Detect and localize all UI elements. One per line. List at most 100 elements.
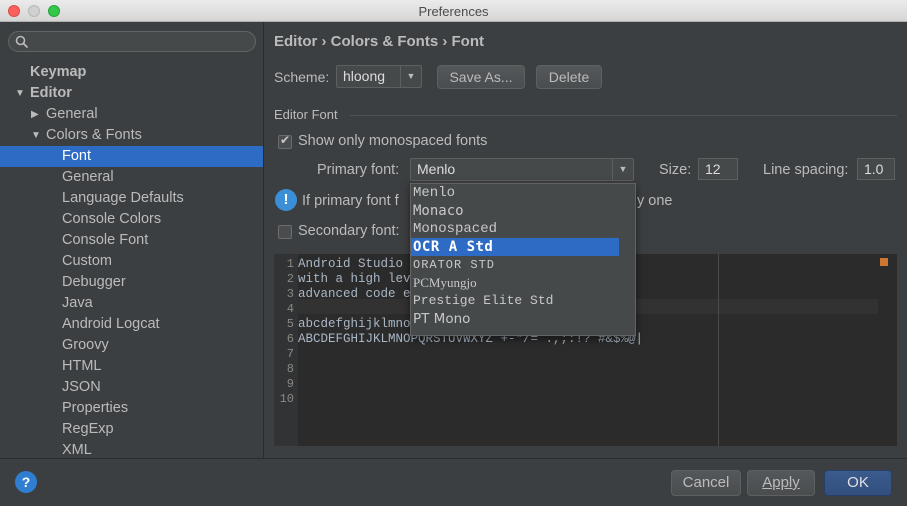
sidebar-item[interactable]: ▼ Editor [0, 83, 263, 104]
sidebar-item-label: Console Font [62, 232, 149, 248]
sidebar-item-label: Debugger [62, 274, 126, 290]
secondary-font-checkbox[interactable] [278, 225, 292, 239]
sidebar-item[interactable]: XML [0, 440, 263, 458]
font-option[interactable]: PT Mono [411, 310, 635, 328]
dialog-footer: ? Cancel Apply OK [0, 458, 907, 506]
sidebar-item[interactable]: Groovy [0, 335, 263, 356]
font-option[interactable]: Monospaced [411, 220, 635, 238]
font-option[interactable]: Prestige Elite Std [411, 292, 635, 310]
sidebar-item-label: Colors & Fonts [46, 127, 142, 143]
line-number: 3 [286, 287, 294, 301]
sidebar-item[interactable]: Font [0, 146, 263, 167]
primary-font-select[interactable]: Menlo ▼ [410, 158, 634, 181]
chevron-down-icon: ▼ [612, 159, 633, 180]
expanded-arrow-icon[interactable]: ▼ [31, 125, 41, 146]
preview-line [298, 392, 897, 407]
sidebar-item-label: General [62, 169, 114, 185]
font-size-input[interactable]: 12 [698, 158, 738, 180]
settings-sidebar: Keymap ▼ Editor ▶ General ▼ Colors & Fonts Font… [0, 22, 264, 458]
info-icon: ! [275, 189, 297, 211]
line-spacing-input[interactable]: 1.0 [857, 158, 895, 180]
font-dropdown-list: Menlo Monaco Monospaced OCR A Std ORATOR STD… [410, 183, 636, 336]
line-number: 2 [286, 272, 294, 286]
sidebar-item-label: Editor [30, 85, 72, 101]
font-option[interactable]: Monaco [411, 202, 635, 220]
preview-line [298, 362, 897, 377]
sidebar-item[interactable]: Console Font [0, 230, 263, 251]
scheme-label: Scheme: [274, 69, 330, 85]
sidebar-item[interactable]: Console Colors [0, 209, 263, 230]
line-number: 6 [286, 332, 294, 346]
primary-font-label: Primary font: [317, 162, 400, 178]
sidebar-item[interactable]: General [0, 167, 263, 188]
breadcrumb: Editor › Colors & Fonts › Font [274, 33, 484, 50]
line-number: 8 [286, 362, 294, 376]
save-as-button[interactable]: Save As... [437, 65, 525, 89]
apply-button[interactable]: Apply [747, 470, 815, 496]
sidebar-item-label: Java [62, 295, 93, 311]
error-stripe-marker[interactable] [880, 258, 888, 266]
sidebar-item-label: Language Defaults [62, 190, 184, 206]
sidebar-item-label: Android Logcat [62, 316, 160, 332]
title-bar: Preferences [0, 0, 907, 22]
sidebar-item-label: Groovy [62, 337, 109, 353]
fallback-info-text-left: If primary font f [302, 193, 399, 209]
show-monospaced-checkbox[interactable] [278, 133, 292, 149]
sidebar-item-label: Custom [62, 253, 112, 269]
line-number: 1 [286, 257, 294, 271]
search-icon [15, 35, 29, 49]
scheme-select[interactable]: hloong ▼ [336, 65, 422, 88]
sidebar-item-label: Properties [62, 400, 129, 416]
primary-font-value: Menlo [417, 161, 456, 177]
scheme-value: hloong [343, 68, 386, 84]
right-margin-guide [718, 254, 719, 446]
line-number: 5 [286, 317, 294, 331]
line-number: 4 [286, 302, 294, 316]
sidebar-item[interactable]: Custom [0, 251, 263, 272]
sidebar-item-label: HTML [62, 358, 102, 374]
group-divider [350, 115, 897, 116]
sidebar-item[interactable]: RegExp [0, 419, 263, 440]
delete-button[interactable]: Delete [536, 65, 602, 89]
line-spacing-label: Line spacing: [763, 162, 849, 178]
sidebar-item[interactable]: Properties [0, 398, 263, 419]
sidebar-item-label: Keymap [30, 64, 87, 80]
cancel-button[interactable]: Cancel [671, 470, 741, 496]
fallback-info-text-right: y one [637, 193, 673, 209]
sidebar-item[interactable]: Keymap [0, 62, 263, 83]
sidebar-item[interactable]: Debugger [0, 272, 263, 293]
sidebar-item[interactable]: Android Logcat [0, 314, 263, 335]
show-monospaced-label: Show only monospaced fonts [298, 133, 488, 149]
expanded-arrow-icon[interactable]: ▼ [15, 83, 25, 104]
sidebar-item[interactable]: Java [0, 293, 263, 314]
sidebar-item[interactable]: ▶ General [0, 104, 263, 125]
line-number: 10 [279, 392, 294, 406]
sidebar-item[interactable]: Language Defaults [0, 188, 263, 209]
sidebar-item[interactable]: ▼ Colors & Fonts [0, 125, 263, 146]
settings-search-input[interactable] [8, 31, 256, 52]
sidebar-item-label: Console Colors [62, 211, 162, 227]
window-title: Preferences [418, 4, 489, 19]
collapsed-arrow-icon[interactable]: ▶ [31, 104, 39, 125]
sidebar-item-label: JSON [62, 379, 101, 395]
font-option[interactable]: OCR A Std [411, 238, 619, 256]
help-icon[interactable]: ? [15, 471, 37, 493]
font-option[interactable]: PCMyungjo [411, 274, 635, 292]
sidebar-item-label: RegExp [62, 421, 114, 437]
secondary-font-label: Secondary font: [298, 223, 400, 239]
preview-line [298, 347, 897, 362]
sidebar-item-label: XML [62, 442, 92, 458]
sidebar-item-label: General [46, 106, 98, 122]
ok-button[interactable]: OK [824, 470, 892, 496]
sidebar-item[interactable]: HTML [0, 356, 263, 377]
preview-line [298, 377, 897, 392]
font-option[interactable]: ORATOR STD [411, 256, 635, 274]
line-number: 7 [286, 347, 294, 361]
font-option[interactable]: Menlo [411, 184, 635, 202]
chevron-down-icon: ▼ [400, 66, 421, 87]
settings-tree: Keymap ▼ Editor ▶ General ▼ Colors & Fonts Font… [0, 62, 263, 458]
editor-font-group-title: Editor Font [274, 107, 338, 122]
apply-label: Apply [762, 474, 800, 491]
sidebar-item-label: Font [62, 148, 92, 164]
sidebar-item[interactable]: JSON [0, 377, 263, 398]
